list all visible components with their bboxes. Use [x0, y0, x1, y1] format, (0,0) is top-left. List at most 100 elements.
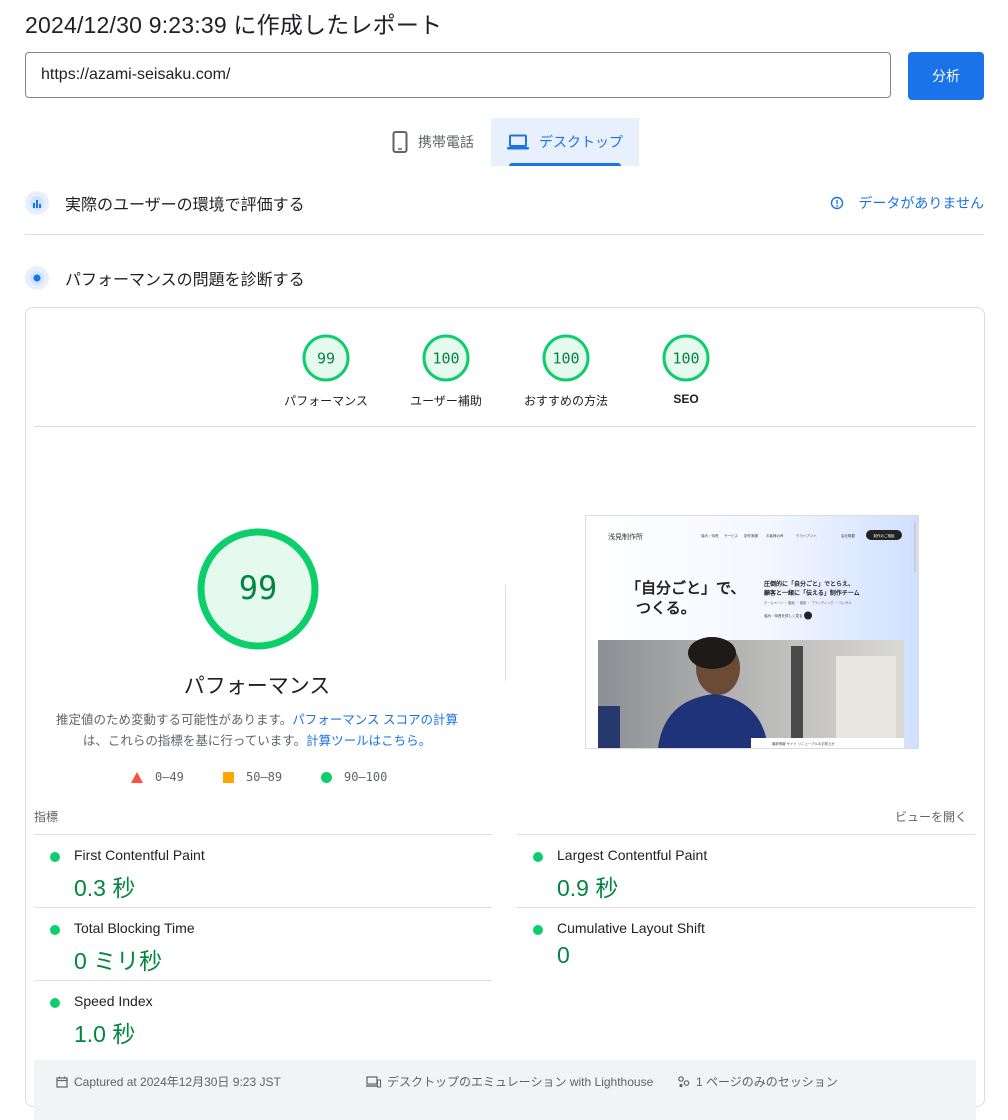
- gauge-seo[interactable]: 100 SEO: [636, 334, 736, 406]
- expand-view-toggle[interactable]: ビューを開く: [895, 808, 967, 825]
- url-input[interactable]: [25, 52, 891, 98]
- metric-name: Total Blocking Time: [74, 920, 195, 936]
- thumb-news: 最新情報 サイト リニューアルのお知らせ: [772, 741, 836, 746]
- metric-value: 0: [557, 942, 570, 968]
- metric-name: Largest Contentful Paint: [557, 847, 708, 863]
- thumb-tagline: 顧客と一緒に「伝える」制作チーム: [764, 589, 860, 597]
- session-info: 1 ページのみのセッション: [677, 1073, 838, 1090]
- gauge-label: ユーザー補助: [410, 394, 482, 408]
- performance-score-value: 99: [239, 569, 278, 607]
- calendar-icon: [56, 1076, 68, 1088]
- emulation-text: デスクトップのエミュレーション with Lighthouse: [387, 1075, 654, 1089]
- gauge-best-practices[interactable]: 100 おすすめの方法: [516, 334, 616, 409]
- report-title: 2024/12/30 9:23:39 に作成したレポート: [25, 12, 443, 38]
- thumb-nav-item: 制作実績: [744, 533, 758, 538]
- captured-text: Captured at 2024年12月30日 9:23 JST: [74, 1075, 281, 1089]
- thumb-nav-item: クライアント: [796, 533, 817, 538]
- runtime-settings-bar: Captured at 2024年12月30日 9:23 JST デスクトップの…: [34, 1060, 976, 1120]
- metric-name: First Contentful Paint: [74, 847, 205, 863]
- pass-circle-icon: [533, 925, 543, 935]
- metric-value: 1.0 秒: [74, 1021, 136, 1047]
- gauge-performance[interactable]: 99 パフォーマンス: [276, 334, 376, 409]
- info-icon: [831, 196, 844, 210]
- final-screenshot: 浅見制作所 強み・特長 サービス 制作実績 お客様の声 クライアント 会社概要 …: [585, 515, 919, 749]
- metric-lcp: Largest Contentful Paint 0.9 秒: [517, 834, 975, 907]
- field-data-icon: [25, 191, 49, 215]
- gauge-accessibility[interactable]: 100 ユーザー補助: [396, 334, 496, 409]
- note-text: 推定値のため変動する可能性があります。: [56, 713, 293, 727]
- thumb-headline: 「自分ごと」で、: [626, 579, 745, 597]
- score-ring: 100: [662, 334, 710, 382]
- pass-circle-icon: [50, 925, 60, 935]
- thumb-tagline: 圧倒的に「自分ごと」でとらえ、: [764, 580, 854, 588]
- metrics-title: 指標: [34, 810, 59, 824]
- field-data-section: 実際のユーザーの環境で評価する データがありません: [25, 188, 984, 218]
- devices-icon: [366, 1075, 381, 1087]
- legend-pass: 90–100: [321, 770, 387, 784]
- session-text: 1 ページのみのセッション: [696, 1075, 838, 1089]
- metric-tbt: Total Blocking Time 0 ミリ秒: [34, 907, 492, 980]
- metric-fcp: First Contentful Paint 0.3 秒: [34, 834, 492, 907]
- analyze-button[interactable]: 分析: [908, 52, 984, 100]
- tab-mobile-label: 携帯電話: [418, 134, 474, 150]
- gauge-label: パフォーマンス: [284, 394, 368, 408]
- legend-fail: 0–49: [131, 770, 184, 784]
- score-value: 100: [432, 350, 459, 368]
- final-screenshot-image: 浅見制作所 強み・特長 サービス 制作実績 お客様の声 クライアント 会社概要 …: [586, 516, 918, 748]
- score-ring: 99: [302, 334, 350, 382]
- session-icon: [678, 1076, 690, 1088]
- thumb-nav-item: 会社概要: [841, 533, 855, 538]
- thumb-nav-item: サービス: [724, 533, 738, 538]
- metric-value: 0 ミリ秒: [74, 948, 163, 974]
- no-data-notice[interactable]: データがありません: [830, 193, 984, 213]
- thumb-nav-item: お客様の声: [766, 533, 784, 538]
- thumb-headline: つくる。: [636, 599, 696, 617]
- tab-desktop[interactable]: デスクトップ: [491, 118, 639, 166]
- performance-gauge: 99: [197, 528, 319, 650]
- triangle-icon: [131, 771, 143, 783]
- legend-range: 90–100: [344, 770, 388, 784]
- field-data-title: 実際のユーザーの環境で評価する: [65, 197, 305, 214]
- thumb-tagline-link: 強み・特長を詳しく見る: [764, 613, 803, 618]
- lab-data-icon: [25, 266, 49, 290]
- metric-value: 0.9 秒: [557, 875, 619, 901]
- score-value: 100: [552, 350, 579, 368]
- performance-note: 推定値のため変動する可能性があります。パフォーマンス スコアの計算 は、これらの…: [56, 710, 458, 752]
- legend-range: 50–89: [246, 770, 283, 784]
- metric-name: Cumulative Layout Shift: [557, 920, 705, 936]
- score-calc-link[interactable]: パフォーマンス スコアの計算: [292, 713, 458, 727]
- calculator-link[interactable]: 計算ツールはこちら。: [306, 734, 431, 748]
- lighthouse-report-card: 99 パフォーマンス 100 ユーザー補助 100 おすすめの方法 100 SE…: [25, 307, 985, 1120]
- thumb-tagline-small: ホームページ ・ 動画 ・ 撮影 ・ ブランディング ・ コンサル: [764, 600, 852, 605]
- note-text: は、これらの指標を基に行っています。: [82, 734, 307, 748]
- square-icon: [223, 771, 234, 783]
- captured-at: Captured at 2024年12月30日 9:23 JST: [56, 1073, 281, 1090]
- no-data-text: データがありません: [858, 195, 984, 211]
- section-divider: [25, 234, 984, 235]
- thumb-nav-cta: 制作のご相談: [874, 533, 895, 538]
- pass-circle-icon: [533, 852, 543, 862]
- metric-cls: Cumulative Layout Shift 0: [517, 907, 975, 980]
- lab-data-section: パフォーマンスの問題を診断する: [25, 263, 984, 293]
- pass-circle-icon: [50, 998, 60, 1008]
- score-ring: 100: [422, 334, 470, 382]
- legend-range: 0–49: [155, 770, 184, 784]
- vertical-separator: [505, 585, 506, 681]
- score-value: 99: [317, 350, 335, 368]
- metric-value: 0.3 秒: [74, 875, 136, 901]
- tab-mobile[interactable]: 携帯電話: [375, 118, 491, 166]
- lab-data-title: パフォーマンスの問題を診断する: [65, 272, 305, 289]
- pass-circle-icon: [50, 852, 60, 862]
- thumb-logo: 浅見制作所: [608, 532, 643, 541]
- metric-name: Speed Index: [74, 993, 153, 1009]
- card-divider: [34, 426, 976, 427]
- thumb-nav-item: 強み・特長: [701, 533, 719, 538]
- phone-icon: [392, 131, 408, 153]
- tab-selected-indicator: [509, 163, 621, 166]
- score-value: 100: [672, 350, 699, 368]
- circle-icon: [321, 771, 332, 783]
- laptop-icon: [507, 134, 529, 150]
- performance-label: パフォーマンス: [183, 675, 331, 698]
- gauge-label: SEO: [673, 392, 699, 406]
- gauge-label: おすすめの方法: [523, 394, 608, 408]
